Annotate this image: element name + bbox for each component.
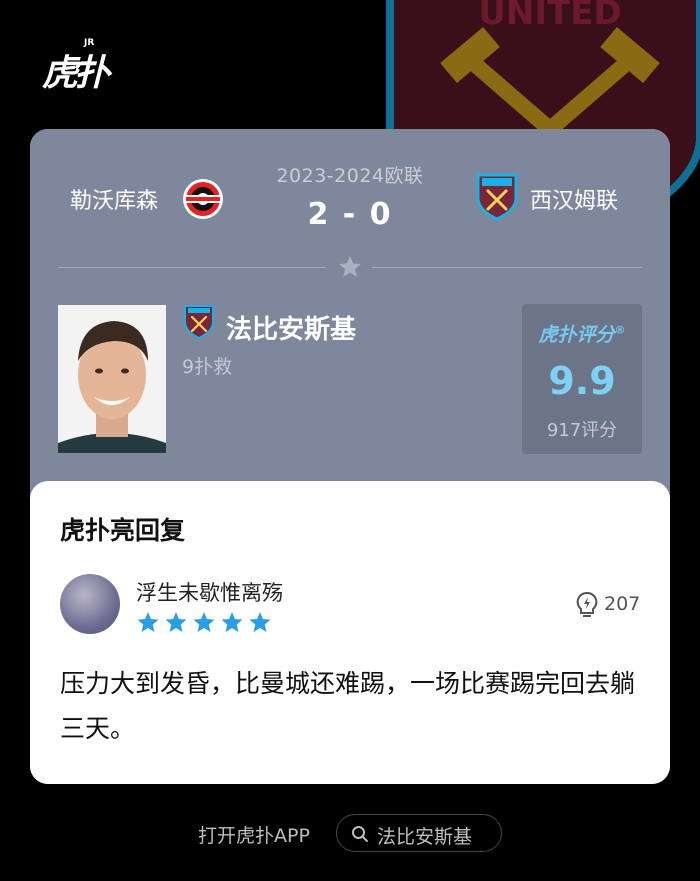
like-count: 207 xyxy=(604,593,641,615)
user-avatar[interactable] xyxy=(60,574,120,634)
search-icon xyxy=(352,826,368,842)
rating-count: 917评分 xyxy=(546,420,618,441)
star-icon xyxy=(221,612,243,632)
open-app-link[interactable]: 打开虎扑APP xyxy=(198,821,310,848)
match-header: 2023-2024欧联 2 - 0 勒沃库森 西汉姆联 法比安斯基 9扑救 虎扑… xyxy=(30,129,670,499)
rating-brand-mark: ® xyxy=(614,323,626,337)
rating-box: 虎扑评分® 9.9 917评分 xyxy=(522,304,642,454)
player-portrait-icon xyxy=(58,305,166,453)
westham-crest-icon xyxy=(476,173,518,221)
hupu-logo-text: 虎扑 xyxy=(42,53,110,94)
home-team-name: 勒沃库森 xyxy=(70,189,159,214)
player-name: 法比安斯基 xyxy=(226,315,357,345)
rating-stars xyxy=(137,612,271,632)
star-icon xyxy=(165,612,187,632)
share-card: 2023-2024欧联 2 - 0 勒沃库森 西汉姆联 法比安斯基 9扑救 虎扑… xyxy=(30,129,670,784)
player-stat: 9扑救 xyxy=(182,356,233,378)
rating-score: 9.9 xyxy=(548,359,616,403)
lightbulb-like-icon[interactable] xyxy=(576,591,598,619)
rating-brand-label: 虎扑评分 xyxy=(538,324,615,346)
star-icon xyxy=(249,612,271,632)
reply-section-title: 虎扑亮回复 xyxy=(60,516,186,545)
background-crest-text: UNITED xyxy=(478,0,621,33)
hupu-logo-badge: JR xyxy=(84,38,95,48)
comment-text: 压力大到发昏，比曼城还难踢，一场比赛踢完回去躺三天。 xyxy=(60,669,636,743)
divider-left xyxy=(58,267,326,268)
player-photo xyxy=(58,305,166,453)
search-text: 法比安斯基 xyxy=(377,826,473,848)
hupu-logo: 虎扑 JR xyxy=(42,38,112,94)
star-icon xyxy=(193,612,215,632)
search-pill[interactable]: 法比安斯基 xyxy=(336,814,502,852)
divider-right xyxy=(372,267,642,268)
away-team-name: 西汉姆联 xyxy=(530,189,619,214)
rating-brand: 虎扑评分® xyxy=(522,320,642,347)
player-team-crest-icon xyxy=(184,305,214,339)
reply-section: 虎扑亮回复 浮生未歇惟离殇 207 压力大到发昏，比曼城还难踢，一场比赛踢完回去… xyxy=(30,481,670,784)
footer-bar: 打开虎扑APP 法比安斯基 xyxy=(0,814,700,852)
leverkusen-crest-icon xyxy=(183,179,223,219)
star-icon xyxy=(137,612,159,632)
star-divider-icon xyxy=(339,256,361,277)
username[interactable]: 浮生未歇惟离殇 xyxy=(136,577,283,607)
